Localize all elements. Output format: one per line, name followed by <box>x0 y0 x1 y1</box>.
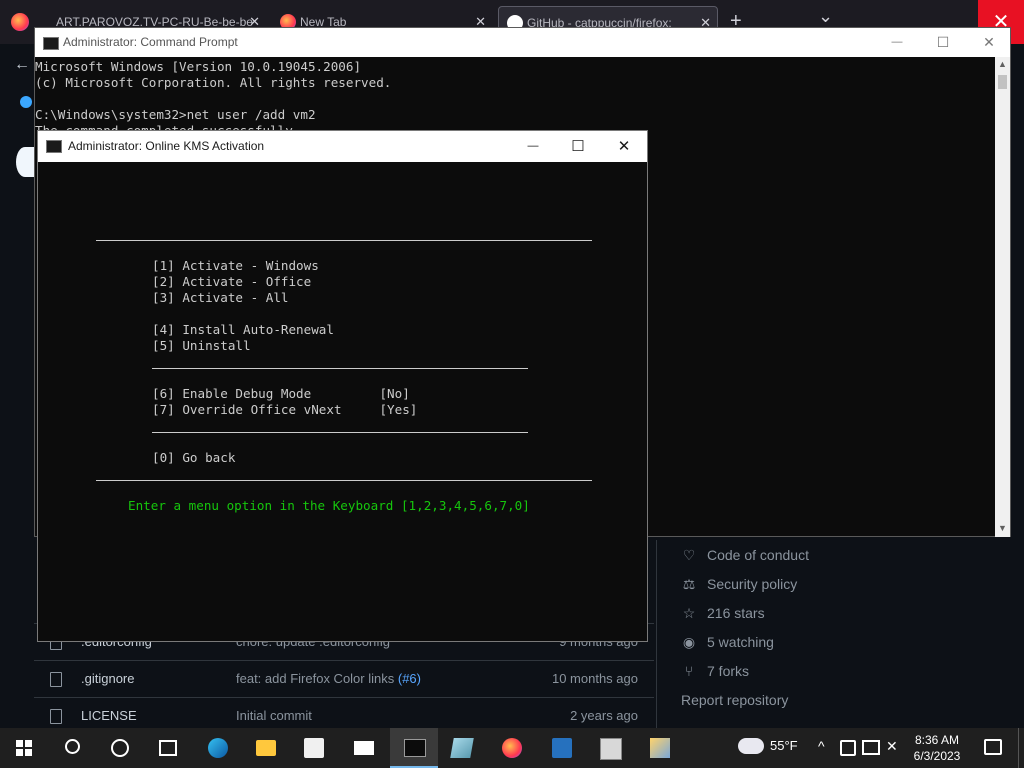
close-button[interactable]: ✕ <box>966 28 1012 57</box>
console-icon <box>43 37 59 50</box>
divider <box>96 240 592 241</box>
cmd-titlebar[interactable]: Administrator: Command Prompt — ☐ ✕ <box>35 28 1010 57</box>
commit-date: 10 months ago <box>551 671 638 686</box>
firefox-icon[interactable] <box>11 13 29 31</box>
divider <box>152 368 528 369</box>
kms-activation-window[interactable]: Administrator: Online KMS Activation — ☐… <box>37 130 648 642</box>
mail-icon <box>354 741 374 755</box>
maximize-button[interactable]: ☐ <box>920 28 966 57</box>
menu-option-2: [2] Activate - Office <box>152 274 312 289</box>
close-button[interactable]: ✕ <box>601 131 647 162</box>
app-icon <box>450 738 474 758</box>
file-name[interactable]: .gitignore <box>81 661 134 697</box>
taskbar: 55°F ^ ✕ 8:36 AM 6/3/2023 <box>0 728 1024 768</box>
search-button[interactable] <box>48 728 96 768</box>
taskbar-app[interactable] <box>438 728 486 768</box>
cortana-button[interactable] <box>96 728 144 768</box>
show-desktop-button[interactable] <box>1018 728 1024 768</box>
taskbar-powershell[interactable] <box>538 728 586 768</box>
menu-option-7: [7] Override Office vNext [Yes] <box>152 402 418 417</box>
back-button[interactable]: ← <box>14 56 30 74</box>
clock-time: 8:36 AM <box>914 733 960 747</box>
folder-icon <box>256 740 276 756</box>
maximize-button[interactable]: ☐ <box>555 131 601 162</box>
minimize-button[interactable]: — <box>874 28 920 57</box>
menu-option-5: [5] Uninstall <box>152 338 251 353</box>
file-icon <box>50 672 62 687</box>
menu-prompt: Enter a menu option in the Keyboard [1,2… <box>128 498 530 513</box>
minimize-button[interactable]: — <box>510 131 556 162</box>
cortana-icon <box>111 739 129 757</box>
menu-option-4: [4] Install Auto-Renewal <box>152 322 334 337</box>
scrollbar-thumb[interactable] <box>998 75 1007 89</box>
taskbar-mail[interactable] <box>340 728 388 768</box>
info-icon <box>20 96 32 108</box>
volume-muted-icon[interactable]: ✕ <box>886 738 898 755</box>
menu-option-1: [1] Activate - Windows <box>152 258 319 273</box>
console-icon <box>46 140 62 153</box>
window-title: Administrator: Online KMS Activation <box>68 139 265 153</box>
store-icon <box>304 738 324 758</box>
star-icon: ☆ <box>682 605 696 621</box>
notifications-icon[interactable] <box>984 739 1002 755</box>
taskbar-edge[interactable] <box>194 728 242 768</box>
kms-titlebar[interactable]: Administrator: Online KMS Activation — ☐… <box>38 131 647 162</box>
task-view-button[interactable] <box>144 728 192 768</box>
heart-icon: ♡ <box>682 547 696 563</box>
scale-icon: ⚖ <box>682 576 696 592</box>
security-policy-link[interactable]: ⚖ Security policy <box>681 571 798 597</box>
list-all-tabs-button[interactable]: ⌄ <box>818 6 833 27</box>
show-hidden-icons-button[interactable]: ^ <box>818 738 825 754</box>
file-icon <box>50 709 62 724</box>
weather-icon[interactable] <box>738 738 764 754</box>
divider <box>152 432 528 433</box>
pr-link[interactable]: (#6) <box>398 671 421 686</box>
menu-option-3: [3] Activate - All <box>152 290 289 305</box>
windows-logo-icon <box>16 740 32 756</box>
taskbar-firefox[interactable] <box>488 728 536 768</box>
app-window-icon <box>600 738 622 760</box>
stars-link[interactable]: ☆ 216 stars <box>681 600 765 626</box>
code-of-conduct-link[interactable]: ♡ Code of conduct <box>681 542 809 568</box>
search-icon <box>65 739 80 754</box>
taskbar-app-2[interactable] <box>586 728 634 768</box>
menu-option-6: [6] Enable Debug Mode [No] <box>152 386 410 401</box>
scroll-up-arrow[interactable]: ▲ <box>998 59 1007 69</box>
edge-icon <box>208 738 228 758</box>
start-button[interactable] <box>0 728 48 768</box>
divider <box>96 480 592 481</box>
tray-app-icon[interactable] <box>840 740 856 756</box>
menu-option-0: [0] Go back <box>152 450 236 465</box>
browser-nav-strip: ← <box>0 44 34 740</box>
clock-date: 6/3/2023 <box>913 749 961 763</box>
github-logo-icon[interactable] <box>16 147 34 177</box>
vertical-scrollbar[interactable]: ▲ ▼ <box>995 57 1010 537</box>
taskbar-store[interactable] <box>290 728 338 768</box>
system-clock[interactable]: 8:36 AM 6/3/2023 <box>904 732 970 764</box>
fork-icon: ⑂ <box>684 663 694 679</box>
console-icon <box>404 739 426 757</box>
console-output: Microsoft Windows [Version 10.0.19045.20… <box>35 59 392 138</box>
repo-sidebar: ♡ Code of conduct ⚖ Security policy ☆ 216 s… <box>656 540 1024 740</box>
taskbar-command-prompt[interactable] <box>390 728 438 768</box>
firefox-icon <box>502 738 522 758</box>
commit-message[interactable]: feat: add Firefox Color links (#6) <box>236 661 421 697</box>
file-row[interactable]: .gitignore feat: add Firefox Color links… <box>34 660 654 697</box>
forks-link[interactable]: ⑂ 7 forks <box>681 658 749 684</box>
taskbar-file-explorer[interactable] <box>242 728 290 768</box>
taskbar-app-3[interactable] <box>636 728 684 768</box>
window-title: Administrator: Command Prompt <box>63 35 238 49</box>
scroll-down-arrow[interactable]: ▼ <box>998 523 1007 533</box>
app-tools-icon <box>650 738 670 758</box>
eye-icon: ◉ <box>682 634 696 650</box>
powershell-icon <box>552 738 572 758</box>
network-icon[interactable] <box>862 740 880 755</box>
weather-temperature[interactable]: 55°F <box>770 738 798 753</box>
watching-link[interactable]: ◉ 5 watching <box>681 629 774 655</box>
report-repository-link[interactable]: Report repository <box>681 687 788 713</box>
task-view-icon <box>159 740 177 756</box>
